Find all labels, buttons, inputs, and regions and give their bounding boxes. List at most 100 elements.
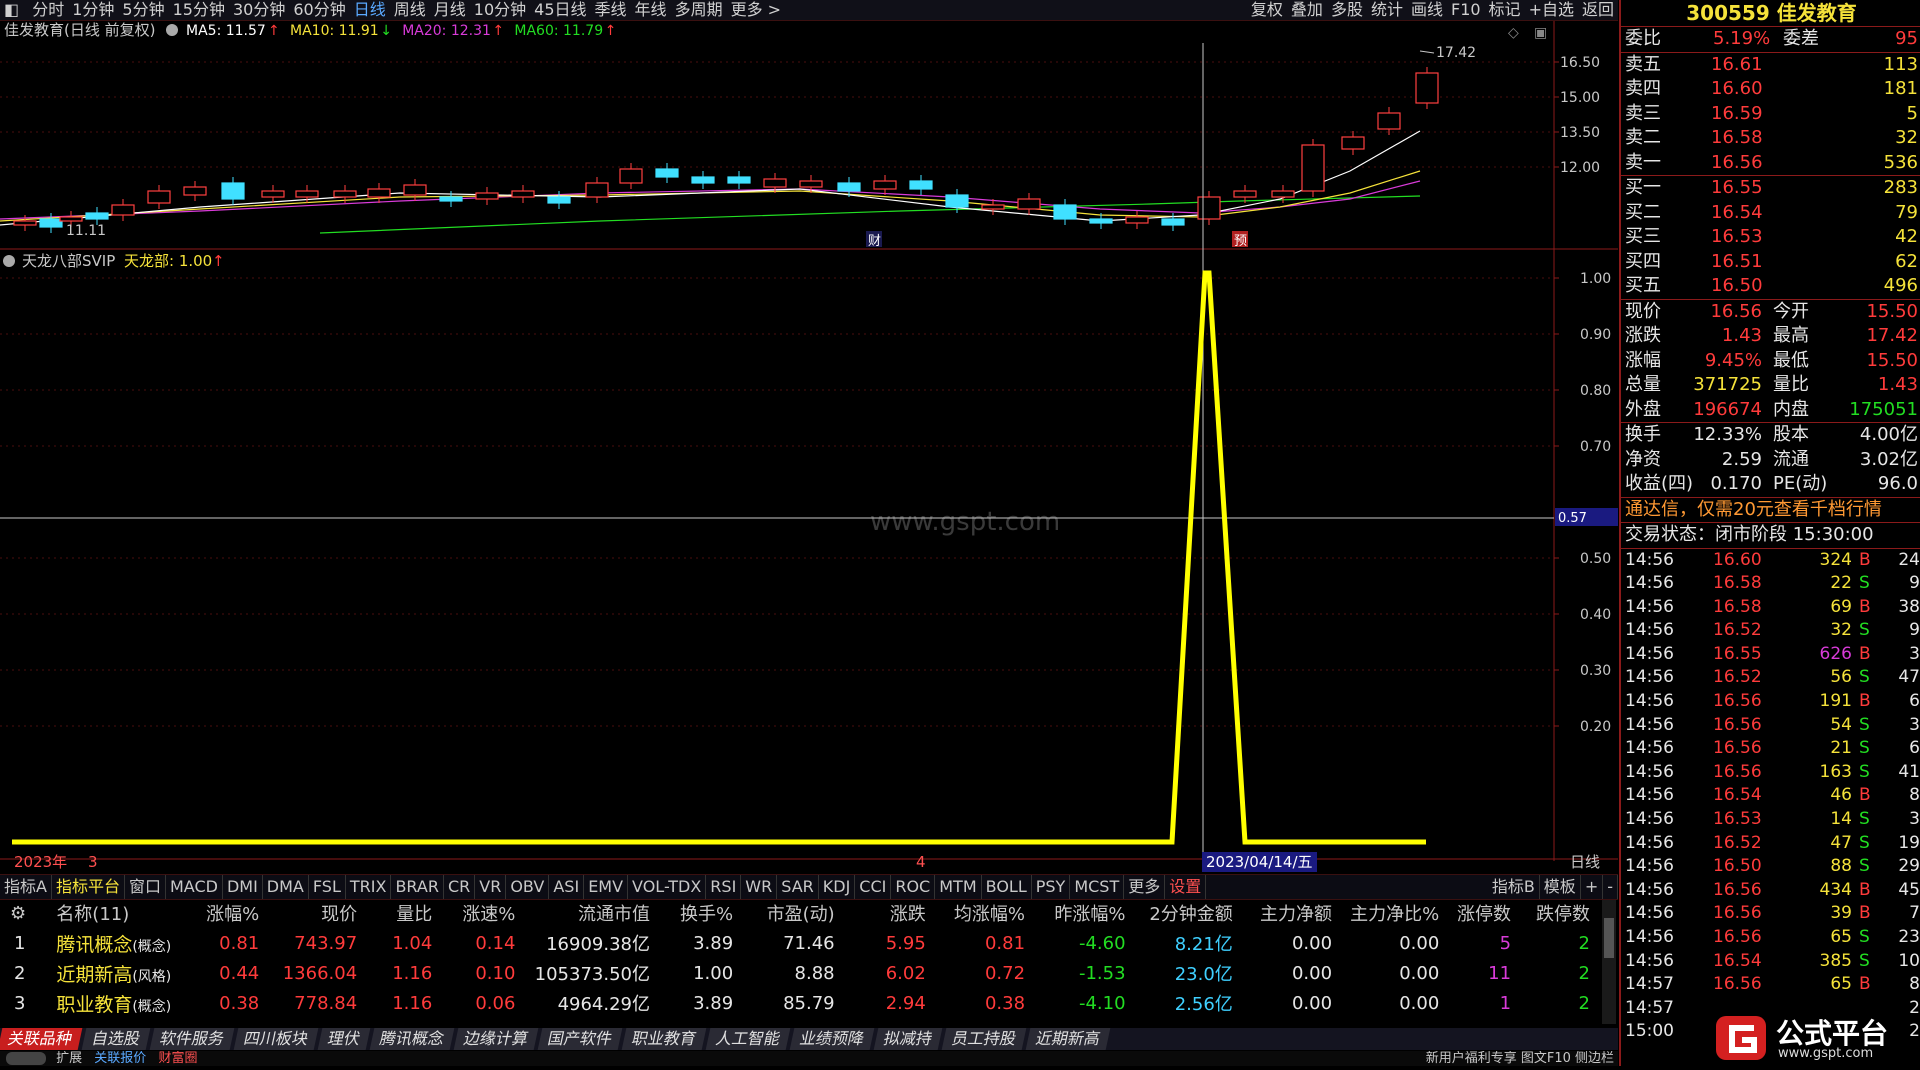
toolbar-tool-button[interactable]: +自选 (1525, 0, 1578, 20)
indicator-tab[interactable]: VR (475, 875, 507, 899)
column-header[interactable]: 主力净额 (1243, 898, 1342, 928)
indicator-tab[interactable]: BOLL (982, 875, 1032, 899)
period-tab[interactable]: 15分钟 (169, 0, 229, 20)
period-tab[interactable]: 季线 (591, 0, 631, 20)
sector-tab[interactable]: 职业教育 (621, 1028, 707, 1050)
indicator-tab[interactable]: OBV (506, 875, 550, 899)
indicator-tab[interactable]: 指标A (0, 875, 52, 899)
sector-tab[interactable]: 人工智能 (705, 1028, 791, 1050)
indicator-tab[interactable]: 设置 (1165, 875, 1207, 899)
column-header[interactable]: 主力净比% (1342, 898, 1449, 928)
indicator-tab[interactable]: BRAR (391, 875, 444, 899)
sector-name[interactable]: 近期新高 (56, 964, 132, 986)
sector-tab[interactable]: 业绩预降 (789, 1028, 875, 1050)
column-header[interactable]: 跌停数 (1521, 898, 1600, 928)
indicator-tab[interactable]: KDJ (819, 875, 856, 899)
sector-tab[interactable]: 员工持股 (941, 1028, 1027, 1050)
toolbar-tool-button[interactable]: 返回 (1578, 0, 1618, 20)
finance-marker[interactable]: 财 (868, 234, 881, 249)
sector-name[interactable]: 腾讯概念 (56, 934, 132, 956)
table-settings-icon[interactable]: ⚙ (0, 898, 55, 928)
indicator-tab[interactable]: DMA (263, 875, 309, 899)
status-expand[interactable]: 扩展 (56, 1051, 90, 1066)
indicator-settings-icon[interactable] (3, 255, 15, 267)
toolbar-tool-button[interactable]: 画线 (1407, 0, 1447, 20)
column-header[interactable]: 涨停数 (1449, 898, 1521, 928)
period-tab[interactable]: 10分钟 (470, 0, 530, 20)
period-tab[interactable]: 更多 > (727, 0, 786, 20)
chart-settings-icon[interactable] (166, 24, 178, 36)
indicator-tab[interactable]: 窗口 (125, 875, 166, 899)
table-row[interactable]: 3 职业教育(概念) 0.38 778.84 1.16 0.06 4964.29亿 3.89 8… (0, 988, 1600, 1018)
indicator-tab[interactable]: MACD (166, 875, 223, 899)
status-related-quote[interactable]: 关联报价 (94, 1051, 154, 1066)
column-header[interactable]: 量比 (367, 898, 442, 928)
chart-area[interactable]: 佳发教育(日线 前复权) MA5: 11.57 ↑ MA10: 11.91 ↓ MA20… (0, 21, 1618, 861)
indicator-tab[interactable]: ASI (549, 875, 585, 899)
indicator-tab[interactable]: VOL-TDX (628, 875, 707, 899)
promo-banner[interactable]: 通达信，仅需20元查看千档行情 (1621, 498, 1920, 523)
sector-tab[interactable]: 拟减持 (873, 1028, 943, 1050)
period-tab[interactable]: 30分钟 (229, 0, 289, 20)
sector-name[interactable]: 职业教育 (56, 994, 132, 1016)
indicator-tab-right[interactable]: - (1603, 875, 1618, 899)
sector-tab[interactable]: 腾讯概念 (369, 1028, 455, 1050)
indicator-tab[interactable]: ROC (891, 875, 936, 899)
column-header[interactable]: 涨跌 (845, 898, 936, 928)
period-tab[interactable]: 60分钟 (289, 0, 349, 20)
period-tab[interactable]: 周线 (390, 0, 430, 20)
indicator-tab[interactable]: TRIX (346, 875, 392, 899)
column-header[interactable]: 涨幅% (194, 898, 269, 928)
indicator-tab[interactable]: SAR (777, 875, 819, 899)
column-header[interactable]: 涨速% (442, 898, 525, 928)
indicator-tab[interactable]: CR (444, 875, 476, 899)
sector-tab[interactable]: 软件服务 (149, 1028, 235, 1050)
column-header[interactable]: 现价 (269, 898, 367, 928)
sector-tab[interactable]: 四川板块 (233, 1028, 319, 1050)
table-scrollbar[interactable] (1602, 900, 1616, 1024)
window-icon[interactable]: ▣ (1534, 25, 1547, 41)
diamond-icon[interactable]: ◇ (1508, 25, 1519, 41)
indicator-tab[interactable]: CCI (855, 875, 892, 899)
column-header[interactable]: 名称(11) (55, 898, 194, 928)
toolbar-tool-button[interactable]: F10 (1447, 0, 1485, 20)
indicator-tab[interactable]: DMI (223, 875, 263, 899)
toolbar-tool-button[interactable]: 叠加 (1287, 0, 1327, 20)
column-header[interactable]: 均涨幅% (936, 898, 1035, 928)
indicator-tab[interactable]: RSI (706, 875, 742, 899)
sector-tab[interactable]: 边缘计算 (453, 1028, 539, 1050)
sector-tab[interactable]: 关联品种 (0, 1028, 83, 1050)
period-tab[interactable]: 年线 (631, 0, 671, 20)
period-tab[interactable]: 1分钟 (68, 0, 118, 20)
toggle-switch[interactable] (6, 1052, 46, 1065)
sector-tab[interactable]: 近期新高 (1025, 1028, 1111, 1050)
status-right[interactable]: 新用户福利专享 图文F10 侧边栏 (1426, 1051, 1614, 1066)
table-row[interactable]: 2 近期新高(风格) 0.44 1366.04 1.16 0.10 105373.50亿 1.… (0, 958, 1600, 988)
toolbar-tool-button[interactable]: 多股 (1327, 0, 1367, 20)
toolbar-tool-button[interactable]: 统计 (1367, 0, 1407, 20)
toolbar-tool-button[interactable]: 标记 (1485, 0, 1525, 20)
indicator-tab-right[interactable]: 指标B (1488, 875, 1540, 899)
indicator-tab[interactable]: PSY (1032, 875, 1071, 899)
indicator-tab[interactable]: WR (741, 875, 778, 899)
column-header[interactable]: 昨涨幅% (1035, 898, 1136, 928)
indicator-tab[interactable]: MCST (1070, 875, 1125, 899)
indicator-tab[interactable]: EMV (584, 875, 629, 899)
period-tab[interactable]: 日线 (350, 0, 390, 20)
sector-tab[interactable]: 理伏 (317, 1028, 371, 1050)
forecast-marker[interactable]: 预 (1234, 234, 1247, 249)
toolbar-tool-button[interactable]: 复权 (1247, 0, 1287, 20)
period-tab[interactable]: 分时 (28, 0, 68, 20)
sector-tab[interactable]: 国产软件 (537, 1028, 623, 1050)
scrollbar-thumb[interactable] (1604, 918, 1614, 958)
indicator-tab[interactable]: 指标平台 (52, 875, 125, 899)
column-header[interactable]: 市盈(动) (743, 898, 844, 928)
period-tab[interactable]: 45日线 (530, 0, 590, 20)
period-tab[interactable]: 月线 (430, 0, 470, 20)
period-tab[interactable]: 5分钟 (118, 0, 168, 20)
period-tab[interactable]: 多周期 (671, 0, 727, 20)
column-header[interactable]: 换手% (660, 898, 743, 928)
column-header[interactable]: 2分钟金额 (1136, 898, 1243, 928)
sector-tab[interactable]: 自选股 (81, 1028, 151, 1050)
indicator-tab[interactable]: FSL (309, 875, 346, 899)
